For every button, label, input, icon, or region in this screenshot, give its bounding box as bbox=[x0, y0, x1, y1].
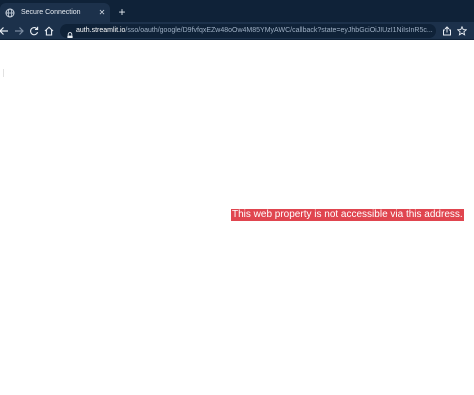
star-icon[interactable] bbox=[455, 24, 469, 38]
back-arrow-icon[interactable] bbox=[0, 24, 11, 38]
tab-strip: Secure Connection ✕ + bbox=[0, 0, 474, 22]
reload-icon[interactable] bbox=[27, 24, 41, 38]
url-host: auth.streamlit.io bbox=[76, 27, 126, 34]
url-path: /sso/oauth/google/D9fvfqxEZw48oOw4M85YMy… bbox=[125, 27, 433, 34]
close-icon[interactable]: ✕ bbox=[97, 8, 107, 18]
address-bar[interactable]: auth.streamlit.io/sso/oauth/google/D9fvf… bbox=[60, 24, 436, 38]
lock-icon[interactable] bbox=[66, 27, 74, 38]
share-icon[interactable] bbox=[440, 24, 454, 38]
forward-arrow-icon[interactable] bbox=[12, 24, 26, 38]
url-text[interactable]: auth.streamlit.io/sso/oauth/google/D9fvf… bbox=[76, 24, 433, 38]
browser-toolbar: auth.streamlit.io/sso/oauth/google/D9fvf… bbox=[0, 22, 474, 40]
error-message: This web property is not accessible via … bbox=[231, 209, 464, 221]
browser-window: Secure Connection ✕ + auth.streamlit.io/… bbox=[0, 0, 474, 395]
new-tab-button[interactable]: + bbox=[115, 5, 129, 19]
tab-title: Secure Connection bbox=[21, 9, 81, 16]
tab-secure-connection[interactable]: Secure Connection ✕ bbox=[0, 3, 110, 22]
text-caret bbox=[3, 69, 4, 77]
globe-icon bbox=[4, 7, 16, 19]
home-icon[interactable] bbox=[42, 24, 56, 38]
page-content: This web property is not accessible via … bbox=[0, 41, 474, 395]
